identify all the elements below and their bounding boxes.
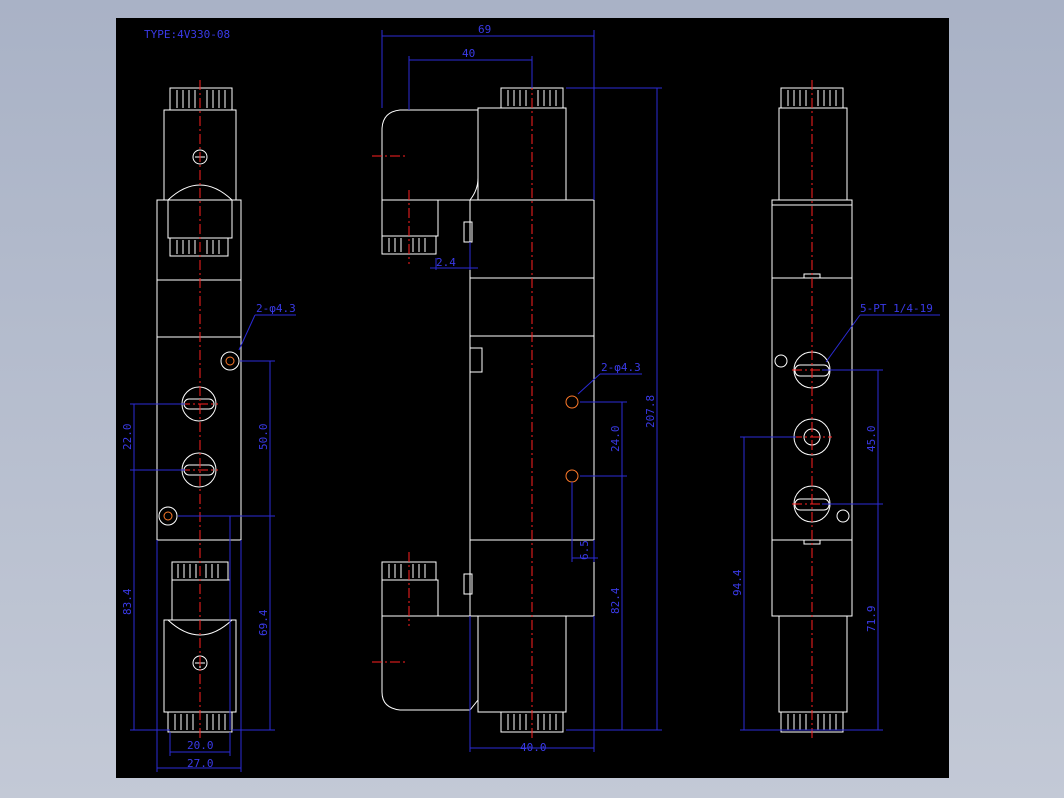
mid-mount-hole-top bbox=[565, 395, 579, 409]
mid-dim-offset: 2.4 bbox=[436, 256, 456, 269]
left-top-knob bbox=[169, 87, 233, 111]
left-dim-hole-spacing: 50.0 bbox=[257, 424, 270, 451]
mid-dim-hole-spacing: 24.0 bbox=[609, 426, 622, 453]
mid-dim-top-width: 69 bbox=[478, 23, 491, 36]
right-mount-hole-bottom bbox=[836, 509, 850, 523]
mid-dim-total-height: 207.8 bbox=[644, 395, 657, 428]
left-mount-hole-top bbox=[220, 351, 240, 371]
mid-bottom-connector bbox=[381, 615, 479, 711]
left-dim-inner-width: 20.0 bbox=[187, 739, 214, 752]
left-bottom-connector bbox=[171, 579, 231, 621]
right-view: 5-PT 1/4-19 45.0 94.4 71.9 bbox=[731, 80, 940, 740]
mid-mount-hole-bottom bbox=[565, 469, 579, 483]
right-dim-height-left: 94.4 bbox=[731, 569, 744, 596]
mid-hole-note: 2-φ4.3 bbox=[601, 361, 641, 374]
right-mount-hole-top bbox=[774, 354, 788, 368]
mid-dim-lower-height: 82.4 bbox=[609, 587, 622, 614]
cad-drawing: TYPE:4V330-08 2-φ4.3 22.0 50.0 83.4 69.4… bbox=[121, 23, 940, 772]
left-top-knob-ribs bbox=[176, 90, 226, 108]
mid-top-coil bbox=[477, 107, 567, 201]
mid-top-connector bbox=[381, 109, 479, 201]
mid-dim-top-inner: 40 bbox=[462, 47, 475, 60]
drawing-title: TYPE:4V330-08 bbox=[144, 28, 230, 41]
mid-dim-bottom-width: 40.0 bbox=[520, 741, 547, 754]
right-dimensions bbox=[740, 314, 940, 731]
mid-top-connector-base bbox=[381, 199, 439, 237]
left-hole-note: 2-φ4.3 bbox=[256, 302, 296, 315]
left-dimensions bbox=[130, 314, 296, 772]
right-bottom-coil bbox=[778, 615, 848, 713]
right-dim-port-spacing: 45.0 bbox=[865, 426, 878, 453]
left-dim-lower-height: 69.4 bbox=[257, 609, 270, 636]
left-dim-outer-width: 27.0 bbox=[187, 757, 214, 770]
right-top-coil bbox=[778, 107, 848, 201]
right-port-note: 5-PT 1/4-19 bbox=[860, 302, 933, 315]
mid-dim-small: 6.5 bbox=[578, 540, 591, 560]
left-mount-hole-bottom bbox=[158, 506, 178, 526]
mid-bottom-coil bbox=[477, 615, 567, 713]
middle-view: 69 40 2.4 2-φ4.3 24.0 6.5 207.8 82.4 40.… bbox=[372, 23, 662, 754]
drawing-canvas: TYPE:4V330-08 2-φ4.3 22.0 50.0 83.4 69.4… bbox=[116, 18, 949, 778]
left-dim-port-spacing: 22.0 bbox=[121, 424, 134, 451]
middle-dimensions bbox=[381, 30, 662, 752]
left-dim-height: 83.4 bbox=[121, 588, 134, 615]
left-view: 2-φ4.3 22.0 50.0 83.4 69.4 20.0 27.0 bbox=[121, 80, 296, 772]
right-dim-height-right: 71.9 bbox=[865, 606, 878, 633]
